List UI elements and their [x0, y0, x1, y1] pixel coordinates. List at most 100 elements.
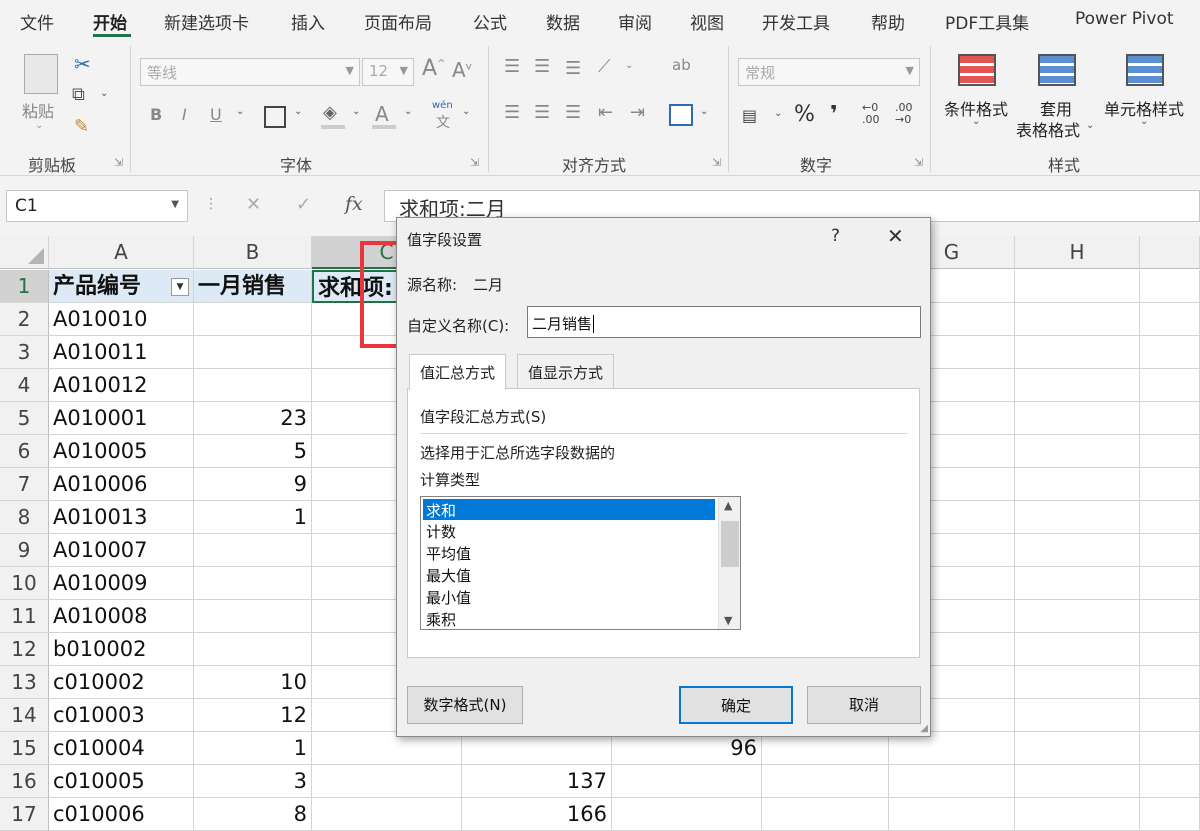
grid-cell[interactable]: A010007 [49, 534, 194, 567]
grid-cell[interactable] [194, 567, 312, 600]
grid-cell[interactable]: 9 [194, 468, 312, 501]
number-format-button[interactable]: 数字格式(N) [407, 686, 523, 724]
grid-cell[interactable] [1015, 699, 1140, 732]
row-header[interactable]: 13 [0, 666, 49, 699]
fill-dropdown-icon[interactable]: ⌄ [352, 106, 360, 117]
comma-style-button[interactable]: ❜ [830, 102, 838, 127]
decrease-indent-icon[interactable]: ⇤ [598, 102, 613, 123]
grid-cell[interactable] [1140, 468, 1200, 501]
grid-cell[interactable] [1015, 303, 1140, 336]
grid-cell[interactable]: c010006 [49, 798, 194, 831]
align-bottom-icon[interactable]: ☰ [565, 58, 581, 79]
confirm-entry-button[interactable]: ✓ [296, 194, 311, 215]
cut-icon[interactable]: ✂ [74, 52, 91, 76]
grid-cell[interactable] [1140, 666, 1200, 699]
grid-cell[interactable]: A010012 [49, 369, 194, 402]
row-header[interactable]: 11 [0, 600, 49, 633]
underline-button[interactable]: U [210, 105, 222, 124]
row-header[interactable]: 6 [0, 435, 49, 468]
grid-cell[interactable]: 23 [194, 402, 312, 435]
list-item[interactable]: 乘积 [423, 608, 715, 629]
copy-icon[interactable]: ⧉ [72, 84, 85, 105]
grid-cell[interactable] [1140, 699, 1200, 732]
ok-button[interactable]: 确定 [679, 686, 793, 724]
grid-cell[interactable] [1140, 402, 1200, 435]
grid-cell[interactable] [1015, 600, 1140, 633]
grid-cell[interactable] [194, 303, 312, 336]
scroll-thumb[interactable] [721, 521, 739, 567]
decrease-font-icon[interactable]: Av [452, 58, 472, 82]
increase-indent-icon[interactable]: ⇥ [630, 102, 645, 123]
increase-decimal-icon[interactable]: ←0.00 [862, 102, 880, 126]
grid-cell[interactable] [1015, 732, 1140, 765]
grid-cell[interactable] [612, 798, 762, 831]
grid-cell[interactable] [1140, 600, 1200, 633]
orientation-icon[interactable]: ⟋ [598, 56, 611, 77]
grid-cell[interactable] [1015, 567, 1140, 600]
tab-data[interactable]: 数据 [546, 9, 580, 34]
grid-cell[interactable]: A010008 [49, 600, 194, 633]
grid-cell[interactable] [1140, 567, 1200, 600]
cancel-button[interactable]: 取消 [807, 686, 921, 724]
grid-cell[interactable]: A010011 [49, 336, 194, 369]
alignment-launcher-icon[interactable]: ⇲ [712, 156, 721, 169]
grid-cell[interactable] [1140, 270, 1200, 303]
tab-insert[interactable]: 插入 [291, 9, 325, 34]
grid-cell[interactable] [1140, 633, 1200, 666]
list-item[interactable]: 最小值 [423, 586, 715, 607]
row-header[interactable]: 3 [0, 336, 49, 369]
grid-cell[interactable]: c010005 [49, 765, 194, 798]
merge-dropdown-icon[interactable]: ⌄ [700, 106, 708, 117]
grid-cell[interactable]: A010006 [49, 468, 194, 501]
cell-styles-dropdown-icon[interactable]: ⌄ [1140, 116, 1148, 127]
grid-cell[interactable]: 一月销售 [194, 270, 312, 303]
grid-cell[interactable] [1015, 534, 1140, 567]
grid-cell[interactable] [612, 765, 762, 798]
tab-new-tab[interactable]: 新建选项卡 [164, 9, 249, 34]
paste-button[interactable]: 粘贴 [22, 98, 54, 122]
resize-grip-icon[interactable]: ◢ [920, 723, 928, 734]
name-box[interactable]: C1 ▼ [6, 190, 188, 222]
row-header[interactable]: 17 [0, 798, 49, 831]
table-format-dropdown-icon[interactable]: ⌄ [1086, 120, 1094, 131]
underline-dropdown-icon[interactable]: ⌄ [236, 106, 244, 117]
grid-cell[interactable] [1140, 534, 1200, 567]
list-item[interactable]: 最大值 [423, 564, 715, 585]
align-right-icon[interactable]: ☰ [565, 102, 581, 123]
conditional-formatting-icon[interactable] [958, 54, 996, 86]
grid-cell[interactable] [1140, 765, 1200, 798]
grid-cell[interactable] [1015, 633, 1140, 666]
font-color-icon[interactable]: A [375, 102, 389, 126]
column-header-a[interactable]: A [49, 236, 194, 269]
align-center-icon[interactable]: ☰ [534, 102, 550, 123]
grid-cell[interactable]: c010004 [49, 732, 194, 765]
row-header[interactable]: 7 [0, 468, 49, 501]
grid-cell[interactable] [1140, 336, 1200, 369]
column-header-h[interactable]: H [1015, 236, 1140, 269]
number-launcher-icon[interactable]: ⇲ [914, 156, 923, 169]
grid-cell[interactable] [312, 765, 462, 798]
copy-dropdown-icon[interactable]: ⌄ [100, 88, 108, 99]
italic-button[interactable]: I [182, 105, 187, 124]
grid-cell[interactable] [1015, 336, 1140, 369]
align-top-icon[interactable]: ☰ [504, 56, 520, 77]
grid-cell-header[interactable]: 产品编号 ▼ [49, 270, 194, 303]
phonetic-icon[interactable]: wén [432, 100, 453, 111]
grid-cell[interactable]: 1 [194, 501, 312, 534]
grid-cell[interactable]: 8 [194, 798, 312, 831]
more-options-icon[interactable]: ⋮ [204, 196, 218, 212]
row-header[interactable]: 4 [0, 369, 49, 402]
grid-cell[interactable] [194, 600, 312, 633]
grid-cell[interactable] [194, 633, 312, 666]
grid-cell[interactable]: A010010 [49, 303, 194, 336]
grid-cell[interactable] [1015, 402, 1140, 435]
filter-dropdown-icon[interactable]: ▼ [171, 278, 189, 296]
list-item[interactable]: 计数 [423, 520, 715, 541]
grid-cell[interactable] [889, 798, 1015, 831]
tab-pdf-tools[interactable]: PDF工具集 [945, 9, 1029, 34]
tab-file[interactable]: 文件 [20, 9, 54, 34]
bold-button[interactable]: B [150, 105, 162, 124]
select-all-corner[interactable] [0, 236, 49, 269]
tab-power-pivot[interactable]: Power Pivot [1075, 9, 1174, 29]
row-header[interactable]: 16 [0, 765, 49, 798]
